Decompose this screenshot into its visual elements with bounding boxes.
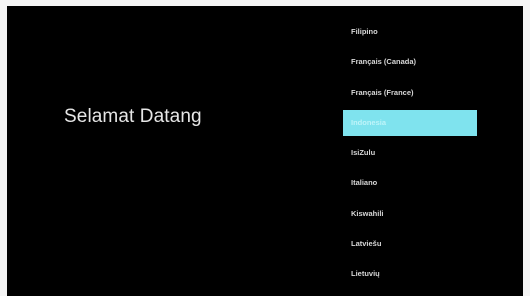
language-option-kiswahili[interactable]: Kiswahili <box>343 201 477 227</box>
language-option-lietuviu[interactable]: Lietuvių <box>343 261 477 287</box>
tv-screen: Selamat Datang Filipino Français (Canada… <box>7 6 523 296</box>
welcome-title: Selamat Datang <box>64 106 202 127</box>
language-option-francais-canada[interactable]: Français (Canada) <box>343 49 477 75</box>
language-option-isizulu[interactable]: IsiZulu <box>343 140 477 166</box>
language-option-latviesu[interactable]: Latviešu <box>343 231 477 257</box>
language-list[interactable]: Filipino Français (Canada) Français (Fra… <box>343 19 477 292</box>
language-option-italiano[interactable]: Italiano <box>343 170 477 196</box>
language-option-francais-france[interactable]: Français (France) <box>343 80 477 106</box>
language-option-indonesia-selected[interactable]: Indonesia <box>343 109 477 136</box>
language-option-filipino[interactable]: Filipino <box>343 19 477 45</box>
